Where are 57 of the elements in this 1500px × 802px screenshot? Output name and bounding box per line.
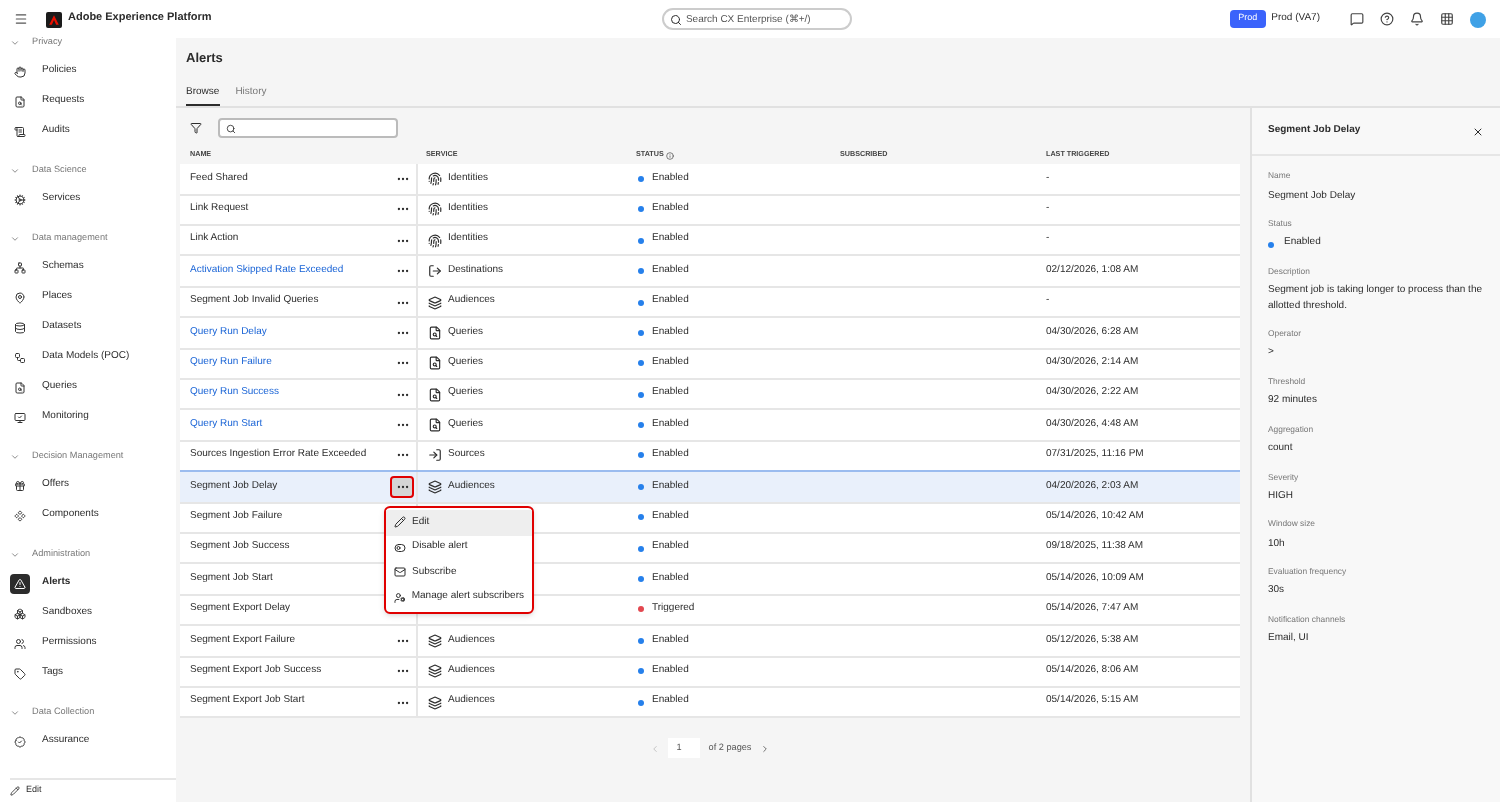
service-icon [428, 387, 442, 402]
chevron-icon [10, 234, 20, 244]
service-icon [428, 356, 442, 371]
search-field[interactable] [218, 118, 398, 139]
service-icon [428, 202, 442, 217]
avatar[interactable] [1470, 11, 1486, 27]
more-actions-button[interactable] [392, 477, 412, 496]
notifications-icon[interactable] [1410, 12, 1424, 26]
next-page-icon[interactable] [759, 743, 770, 754]
search-icon [669, 13, 682, 25]
help-icon[interactable] [1380, 12, 1394, 26]
logo-icon [46, 11, 62, 27]
service-icon [428, 295, 442, 309]
chevron-icon [10, 38, 20, 48]
sidebar-item-icon [10, 121, 30, 141]
service-icon [428, 448, 442, 463]
service-icon [428, 695, 442, 710]
sidebar-item-icon [10, 603, 30, 623]
sidebar-item-icon [10, 61, 30, 81]
service-icon [428, 664, 442, 679]
search-icon [226, 123, 236, 134]
filter-icon[interactable] [190, 122, 202, 135]
service-icon [428, 479, 442, 494]
close-icon[interactable] [1472, 125, 1484, 138]
pencil-icon [10, 786, 20, 796]
menu-item-icon [394, 591, 406, 604]
service-icon [428, 171, 442, 186]
feedback-icon[interactable] [1350, 12, 1364, 26]
menu-item-icon [394, 566, 406, 579]
chevron-icon [10, 550, 20, 560]
service-icon [428, 325, 442, 340]
sidebar-item-icon [10, 731, 30, 751]
service-icon [428, 233, 442, 248]
sidebar-item-icon [10, 663, 30, 683]
sidebar-item-icon [10, 287, 30, 307]
apps-icon[interactable] [1440, 12, 1454, 26]
sidebar-item-icon [10, 475, 30, 495]
sidebar-item-icon [10, 633, 30, 653]
chevron-icon [10, 452, 20, 462]
sidebar-item-icon [10, 257, 30, 277]
sidebar-item-icon [10, 505, 30, 525]
sidebar-item-icon [10, 189, 30, 209]
sidebar-item-icon [10, 347, 30, 367]
menu-item-icon [394, 516, 406, 529]
sidebar-item-icon [10, 573, 30, 593]
service-icon [428, 633, 442, 648]
sidebar-item-icon [10, 377, 30, 397]
menu-icon[interactable] [14, 12, 28, 26]
sidebar-item-icon [10, 91, 30, 111]
sidebar-item-icon [10, 317, 30, 337]
service-icon [428, 264, 442, 279]
chevron-icon [10, 166, 20, 176]
info-icon[interactable] [665, 151, 674, 160]
menu-item-icon [394, 541, 406, 554]
service-icon [428, 418, 442, 433]
sidebar-item-icon [10, 407, 30, 427]
chevron-icon [10, 708, 20, 718]
